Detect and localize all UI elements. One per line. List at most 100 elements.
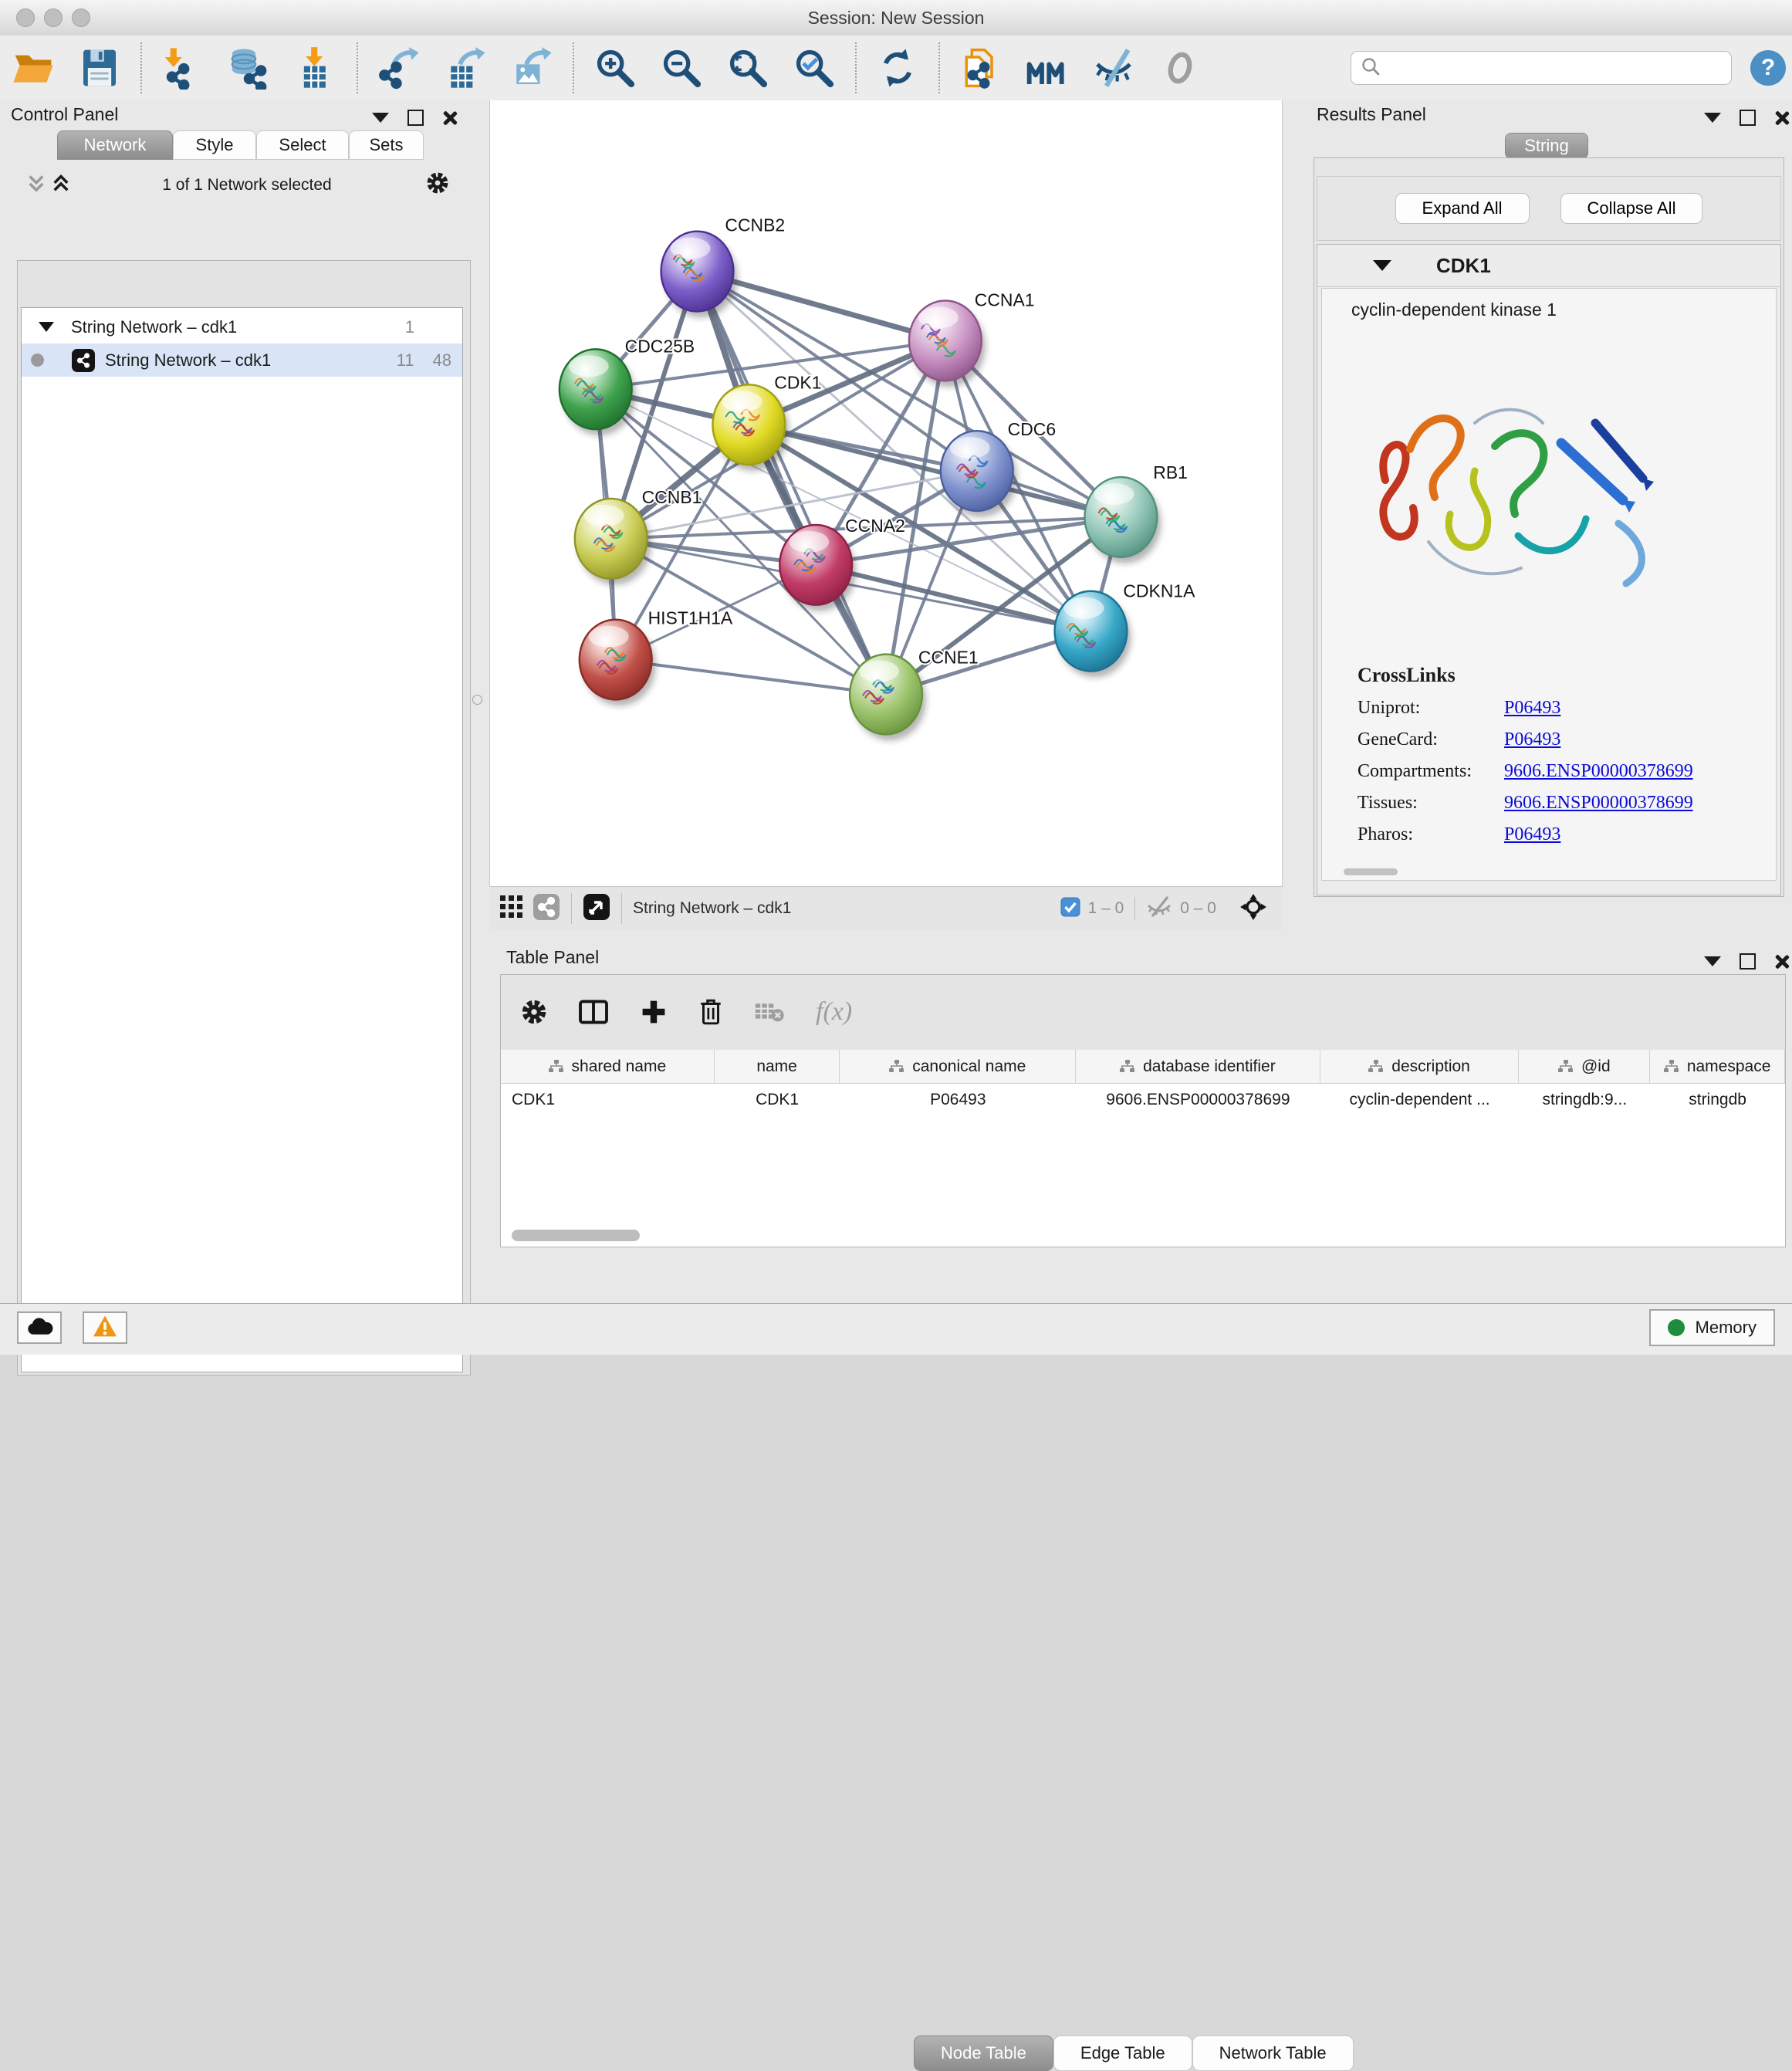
- table-panel-close-icon[interactable]: [1774, 954, 1789, 969]
- results-hscrollbar[interactable]: [1344, 868, 1398, 875]
- warnings-button[interactable]: [83, 1311, 127, 1344]
- add-column-icon[interactable]: [640, 998, 668, 1026]
- tab-style[interactable]: Style: [173, 130, 256, 160]
- open-folder-icon[interactable]: [11, 46, 56, 90]
- collapse-all-networks-icon[interactable]: [26, 174, 46, 198]
- network-view-type-icon[interactable]: [533, 893, 560, 925]
- results-panel-float-icon[interactable]: [1740, 110, 1756, 126]
- edge-CCNB2-CCNE1: [697, 272, 886, 695]
- search-input[interactable]: [1351, 51, 1732, 85]
- show-all-icon[interactable]: [1158, 46, 1202, 90]
- network-selection-status: 1 of 1 Network selected: [93, 176, 401, 195]
- network-label: String Network – cdk1: [105, 350, 271, 371]
- network-collection-row[interactable]: String Network – cdk1 1: [22, 310, 462, 343]
- left-splitter-handle[interactable]: [472, 695, 482, 705]
- hidden-eye-icon[interactable]: [1146, 895, 1172, 922]
- control-panel-close-icon[interactable]: [442, 110, 457, 125]
- network-options-gear-icon[interactable]: [426, 171, 449, 198]
- expand-all-button[interactable]: Expand All: [1395, 193, 1530, 224]
- tab-string[interactable]: String: [1505, 133, 1588, 159]
- control-panel-float-icon[interactable]: [407, 110, 424, 126]
- first-neighbors-icon[interactable]: [1025, 46, 1070, 90]
- current-network-dot-icon: [31, 354, 44, 367]
- table-header-row: shared namenamecanonical namedatabase id…: [501, 1050, 1785, 1084]
- column-header-description[interactable]: description: [1320, 1050, 1520, 1083]
- tab-sets[interactable]: Sets: [349, 130, 424, 160]
- column-header-namespace[interactable]: namespace: [1650, 1050, 1785, 1083]
- node-table[interactable]: shared namenamecanonical namedatabase id…: [501, 1050, 1785, 1247]
- crosslink-link[interactable]: P06493: [1504, 824, 1560, 845]
- export-image-icon[interactable]: [509, 46, 554, 90]
- tab-select[interactable]: Select: [256, 130, 349, 160]
- gene-expander-icon[interactable]: [1373, 260, 1391, 271]
- zoom-in-icon[interactable]: [593, 46, 637, 90]
- column-header-name[interactable]: name: [715, 1050, 840, 1083]
- copy-network-icon[interactable]: [959, 46, 1003, 90]
- table-options-gear-icon[interactable]: [521, 999, 547, 1025]
- grid-view-icon[interactable]: [500, 895, 523, 922]
- show-columns-icon[interactable]: [578, 999, 609, 1025]
- node-label-CCNA2: CCNA2: [845, 516, 905, 536]
- title-bar: Session: New Session: [0, 0, 1792, 36]
- network-canvas[interactable]: CCNB2CCNA1CDC25BCDK1CDC6RB1CCNB1CCNA2CDK…: [489, 100, 1283, 886]
- selected-checkbox-icon[interactable]: [1060, 897, 1080, 921]
- delete-table-icon: [754, 1000, 785, 1024]
- crosslink-label: GeneCard:: [1358, 729, 1504, 750]
- gene-section: CDK1 cyclin-dependent kinase 1 CrossLink…: [1317, 244, 1781, 895]
- fit-content-crosshair-icon[interactable]: [1239, 893, 1267, 925]
- tab-network[interactable]: Network: [57, 130, 173, 160]
- control-panel-tabs: NetworkStyleSelectSets: [57, 130, 424, 160]
- zoom-fit-icon[interactable]: [725, 46, 770, 90]
- network-row[interactable]: String Network – cdk1 11 48: [22, 343, 462, 377]
- tab-edge-table[interactable]: Edge Table: [1053, 2035, 1192, 2071]
- crosslink-link[interactable]: P06493: [1504, 698, 1560, 719]
- node-label-CDKN1A: CDKN1A: [1123, 581, 1195, 601]
- birdseye-view-icon[interactable]: [583, 893, 610, 925]
- cloud-button[interactable]: [17, 1311, 62, 1344]
- column-header--id[interactable]: @id: [1519, 1050, 1650, 1083]
- table-hscrollbar[interactable]: [512, 1230, 640, 1241]
- import-table-icon[interactable]: [293, 46, 338, 90]
- collection-expander-icon[interactable]: [39, 322, 54, 332]
- delete-column-icon[interactable]: [698, 998, 723, 1026]
- main-toolbar: ?: [0, 36, 1792, 101]
- collapse-all-button[interactable]: Collapse All: [1560, 193, 1703, 224]
- memory-button[interactable]: Memory: [1649, 1309, 1775, 1346]
- results-panel-close-icon[interactable]: [1774, 110, 1789, 125]
- export-table-icon[interactable]: [443, 46, 488, 90]
- zoom-out-icon[interactable]: [659, 46, 704, 90]
- expand-all-networks-icon[interactable]: [51, 174, 71, 198]
- tab-network-table[interactable]: Network Table: [1192, 2035, 1354, 2071]
- expand-collapse-row: Expand All Collapse All: [1317, 176, 1781, 241]
- tab-node-table[interactable]: Node Table: [914, 2035, 1053, 2071]
- table-panel-float-icon[interactable]: [1740, 953, 1756, 970]
- column-header-shared-name[interactable]: shared name: [501, 1050, 715, 1083]
- table-toolbar: f(x): [501, 975, 1785, 1049]
- control-panel-menu-icon[interactable]: [372, 113, 389, 123]
- column-header-database-identifier[interactable]: database identifier: [1076, 1050, 1320, 1083]
- crosslink-link[interactable]: 9606.ENSP00000378699: [1504, 793, 1693, 814]
- hide-selected-icon[interactable]: [1091, 46, 1136, 90]
- table-row[interactable]: CDK1CDK1P064939606.ENSP00000378699cyclin…: [501, 1084, 1785, 1116]
- import-network-icon[interactable]: [161, 46, 205, 90]
- node-label-HIST1H1A: HIST1H1A: [648, 608, 733, 628]
- network-type-icon: [72, 349, 95, 372]
- refresh-icon[interactable]: [875, 46, 920, 90]
- crosslink-label: Compartments:: [1358, 761, 1504, 782]
- results-panel-menu-icon[interactable]: [1704, 113, 1721, 123]
- network-view-title: String Network – cdk1: [633, 899, 791, 918]
- zoom-selected-icon[interactable]: [792, 46, 837, 90]
- help-button[interactable]: ?: [1750, 50, 1786, 86]
- crosslink-link[interactable]: P06493: [1504, 729, 1560, 750]
- table-cell: stringdb: [1650, 1084, 1785, 1116]
- export-network-icon[interactable]: [377, 46, 421, 90]
- save-icon[interactable]: [77, 46, 122, 90]
- import-database-icon[interactable]: [227, 46, 272, 90]
- node-label-CCNB1: CCNB1: [642, 487, 702, 507]
- collection-label: String Network – cdk1: [71, 317, 237, 337]
- node-CCNB1: [575, 499, 647, 579]
- crosslink-link[interactable]: 9606.ENSP00000378699: [1504, 761, 1693, 782]
- gene-section-header[interactable]: CDK1: [1317, 245, 1780, 287]
- table-panel-menu-icon[interactable]: [1704, 956, 1721, 966]
- column-header-canonical-name[interactable]: canonical name: [840, 1050, 1076, 1083]
